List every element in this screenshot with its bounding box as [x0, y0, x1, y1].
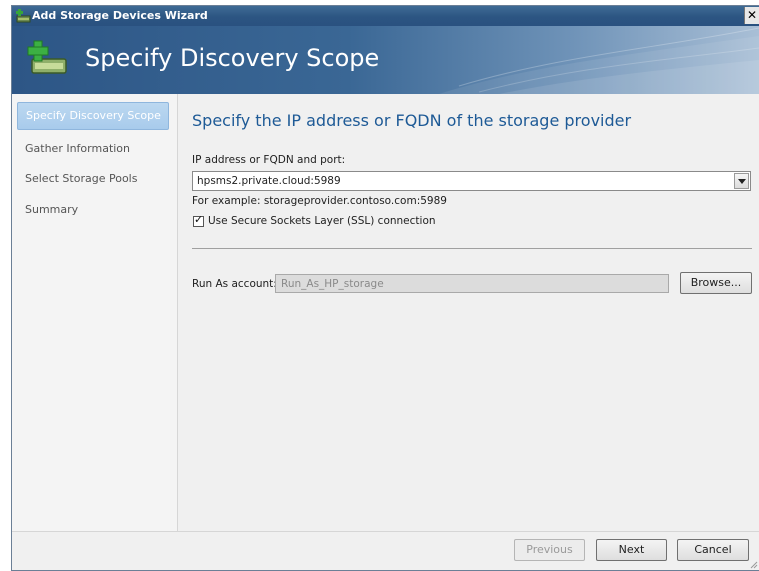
- wizard-step-nav: Specify Discovery Scope Gather Informati…: [12, 94, 178, 532]
- runas-label: Run As account:: [192, 278, 277, 290]
- title-bar: Add Storage Devices Wizard ✕: [12, 6, 759, 26]
- page-heading: Specify the IP address or FQDN of the st…: [192, 111, 632, 130]
- banner-title: Specify Discovery Scope: [85, 44, 380, 72]
- nav-step-specify-discovery-scope[interactable]: Specify Discovery Scope: [17, 102, 169, 130]
- wizard-banner: Specify Discovery Scope: [12, 26, 759, 94]
- previous-button[interactable]: Previous: [514, 539, 585, 561]
- next-button[interactable]: Next: [596, 539, 667, 561]
- runas-field: Run_As_HP_storage: [275, 274, 669, 293]
- checkmark-icon: ✓: [194, 213, 204, 226]
- cancel-button[interactable]: Cancel: [677, 539, 749, 561]
- example-text: For example: storageprovider.contoso.com…: [192, 195, 447, 207]
- window-title: Add Storage Devices Wizard: [32, 9, 208, 22]
- wizard-content: Specify the IP address or FQDN of the st…: [178, 94, 759, 532]
- ssl-checkbox[interactable]: ✓: [193, 213, 204, 227]
- nav-step-summary[interactable]: Summary: [17, 196, 169, 224]
- address-label: IP address or FQDN and port:: [192, 154, 346, 166]
- address-value[interactable]: hpsms2.private.cloud:5989: [197, 175, 341, 187]
- nav-step-gather-information[interactable]: Gather Information: [17, 135, 169, 163]
- add-storage-icon: [16, 9, 31, 23]
- runas-value: Run_As_HP_storage: [281, 278, 384, 290]
- wizard-footer: Previous Next Cancel: [12, 531, 759, 570]
- chevron-down-icon[interactable]: [734, 173, 749, 189]
- add-storage-icon: [27, 40, 67, 74]
- browse-button[interactable]: Browse...: [680, 272, 752, 294]
- banner-decoration: [439, 27, 759, 94]
- wizard-window: Add Storage Devices Wizard ✕ Specify Dis…: [11, 5, 759, 571]
- close-button[interactable]: ✕: [744, 7, 759, 24]
- address-combobox[interactable]: hpsms2.private.cloud:5989: [192, 171, 751, 191]
- ssl-label[interactable]: Use Secure Sockets Layer (SSL) connectio…: [208, 215, 436, 227]
- divider: [192, 248, 752, 249]
- nav-step-select-storage-pools[interactable]: Select Storage Pools: [17, 165, 169, 193]
- resize-grip-icon[interactable]: [750, 561, 758, 569]
